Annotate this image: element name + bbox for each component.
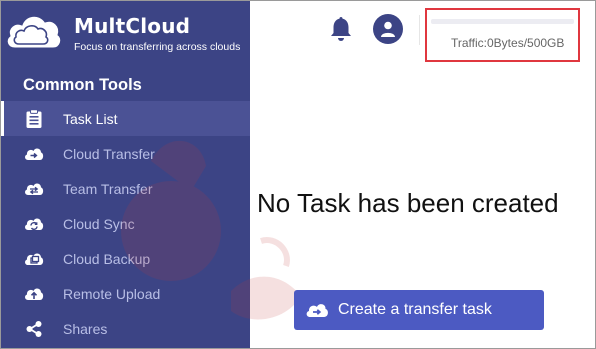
- sidebar-item-label: Cloud Backup: [63, 250, 151, 267]
- traffic-indicator[interactable]: Traffic:0Bytes/500GB: [425, 8, 580, 62]
- user-icon: [381, 21, 395, 37]
- sidebar-item-cloud-transfer[interactable]: Cloud Transfer: [1, 136, 250, 171]
- sidebar-item-cloud-backup[interactable]: Cloud Backup: [1, 241, 250, 276]
- empty-state-message: No Task has been created: [257, 188, 559, 218]
- brand-tagline: Focus on transferring across clouds: [74, 41, 241, 53]
- share-icon: [23, 318, 45, 340]
- sidebar: MultCloud Focus on transferring across c…: [1, 1, 250, 348]
- sidebar-item-team-transfer[interactable]: Team Transfer: [1, 171, 250, 206]
- sidebar-item-task-list[interactable]: Task List: [1, 101, 250, 136]
- sidebar-item-label: Team Transfer: [63, 180, 153, 197]
- sidebar-item-shares[interactable]: Shares: [1, 311, 250, 346]
- sidebar-item-label: Remote Upload: [63, 285, 161, 302]
- cloud-sync-icon: [23, 213, 45, 235]
- notification-bell-icon[interactable]: [328, 15, 354, 43]
- brand[interactable]: MultCloud Focus on transferring across c…: [5, 8, 245, 58]
- sidebar-item-remote-upload[interactable]: Remote Upload: [1, 276, 250, 311]
- sidebar-item-label: Cloud Sync: [63, 215, 135, 232]
- create-button-label: Create a transfer task: [338, 301, 492, 318]
- create-transfer-task-button[interactable]: Create a transfer task: [294, 290, 544, 330]
- sidebar-item-cloud-sync[interactable]: Cloud Sync: [1, 206, 250, 241]
- sidebar-item-label: Cloud Transfer: [63, 145, 155, 162]
- header-divider: [419, 15, 420, 45]
- sidebar-menu: Task List Cloud Transfer Team Transfer C…: [1, 101, 250, 346]
- multcloud-logo-icon: [6, 15, 62, 49]
- cloud-transfer-icon: [23, 143, 45, 165]
- remote-upload-icon: [23, 283, 45, 305]
- clipboard-icon: [23, 108, 45, 130]
- app-window: MultCloud Focus on transferring across c…: [0, 0, 596, 349]
- traffic-progress-bar: [431, 19, 574, 24]
- cloud-transfer-icon: [304, 300, 330, 320]
- brand-name: MultCloud: [74, 14, 191, 38]
- sidebar-item-label: Shares: [63, 320, 108, 337]
- traffic-text: Traffic:0Bytes/500GB: [451, 36, 565, 50]
- cloud-backup-icon: [23, 248, 45, 270]
- user-avatar[interactable]: [373, 14, 403, 44]
- section-title: Common Tools: [23, 76, 142, 94]
- sidebar-item-label: Task List: [63, 110, 118, 127]
- team-transfer-icon: [23, 178, 45, 200]
